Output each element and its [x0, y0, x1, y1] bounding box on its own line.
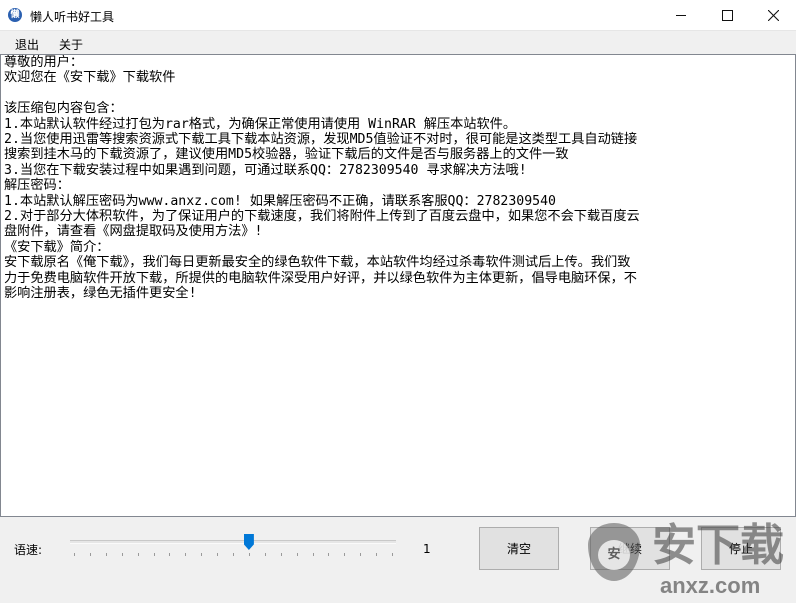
- continue-button[interactable]: 继续: [590, 527, 670, 570]
- editor-line: 2.对于部分大体积软件，为了保证用户的下载速度，我们将附件上传到了百度云盘中，如…: [4, 209, 640, 225]
- slider-tick: [105, 553, 107, 556]
- editor-line: 尊敬的用户：: [4, 55, 84, 70]
- minimize-icon: [676, 14, 686, 16]
- slider-tick: [233, 553, 234, 556]
- maximize-button[interactable]: [704, 0, 750, 30]
- control-panel: [0, 517, 796, 603]
- slider-tick: [153, 553, 155, 556]
- editor-line: 该压缩包内容包含：: [4, 101, 123, 117]
- menu-bar: 退出 关于: [0, 31, 796, 53]
- slider-tick: [185, 553, 187, 556]
- slider-tick: [280, 553, 282, 556]
- slider-tick: [344, 553, 346, 556]
- text-editor[interactable]: 尊敬的用户： 欢迎您在《安下载》下载软件 该压缩包内容包含： 1.本站默认软件经过打…: [0, 54, 796, 517]
- slider-tick: [312, 553, 314, 556]
- maximize-icon: [721, 9, 733, 21]
- editor-line: 影响注册表，绿色无插件更安全!: [4, 286, 197, 302]
- editor-line: 安下载原名《俺下载》，我们每日更新最安全的绿色软件下载，本站软件均经过杀毒软件测…: [4, 255, 631, 271]
- slider-tick: [121, 553, 123, 556]
- slider-tick: [169, 553, 171, 556]
- slider-tick: [74, 553, 75, 556]
- window-title: 懒人听书好工具: [30, 10, 115, 24]
- speed-label: 语速:: [14, 543, 43, 557]
- close-button[interactable]: [750, 0, 796, 30]
- speed-slider-track[interactable]: [70, 540, 396, 544]
- slider-tick: [264, 553, 266, 556]
- app-icon: 懒: [8, 8, 22, 22]
- editor-line: 3.当您在下载安装过程中如果遇到问题，可通过联系QQ：2782309540 寻求…: [4, 162, 527, 178]
- close-icon: [767, 9, 779, 21]
- editor-line: 1.本站默认软件经过打包为rar格式，为确保正常使用请使用 WinRAR 解压本…: [4, 116, 517, 132]
- slider-tick: [89, 553, 91, 556]
- editor-line: 盘附件，请查看《网盘提取码及使用方法》!: [4, 224, 263, 240]
- menu-item-exit[interactable]: 退出: [15, 36, 39, 53]
- title-bar: 懒 懒人听书好工具: [0, 0, 796, 31]
- slider-tick: [248, 553, 250, 556]
- slider-tick: [360, 553, 362, 556]
- slider-tick: [296, 553, 298, 556]
- minimize-button[interactable]: [658, 0, 704, 30]
- clear-button[interactable]: 清空: [479, 527, 559, 570]
- editor-line: 力于免费电脑软件开放下载，所提供的电脑软件深受用户好评，并以绿色软件为主体更新，…: [4, 270, 637, 286]
- editor-line: 搜索到挂木马的下载资源了，建议使用MD5校验器，验证下载后的文件是否与服务器上的…: [4, 147, 569, 163]
- slider-tick: [328, 553, 330, 556]
- menu-item-about[interactable]: 关于: [59, 36, 83, 53]
- slider-tick: [201, 553, 203, 556]
- slider-tick: [376, 553, 378, 556]
- slider-tick: [392, 553, 393, 556]
- stop-button[interactable]: 停止: [701, 527, 781, 570]
- editor-line: 《安下载》简介：: [4, 239, 110, 255]
- slider-tick: [137, 553, 139, 556]
- editor-line: 2.当您使用迅雷等搜索资源式下载工具下载本站资源，发现MD5值验证不对时，很可能…: [4, 132, 638, 148]
- slider-tick: [217, 553, 219, 556]
- speed-value: 1: [423, 542, 431, 556]
- editor-line: 解压密码：: [4, 178, 70, 194]
- editor-line: 欢迎您在《安下载》下载软件: [4, 70, 176, 86]
- editor-line: 1.本站默认解压密码为www.anxz.com! 如果解压密码不正确，请联系客服…: [4, 193, 556, 209]
